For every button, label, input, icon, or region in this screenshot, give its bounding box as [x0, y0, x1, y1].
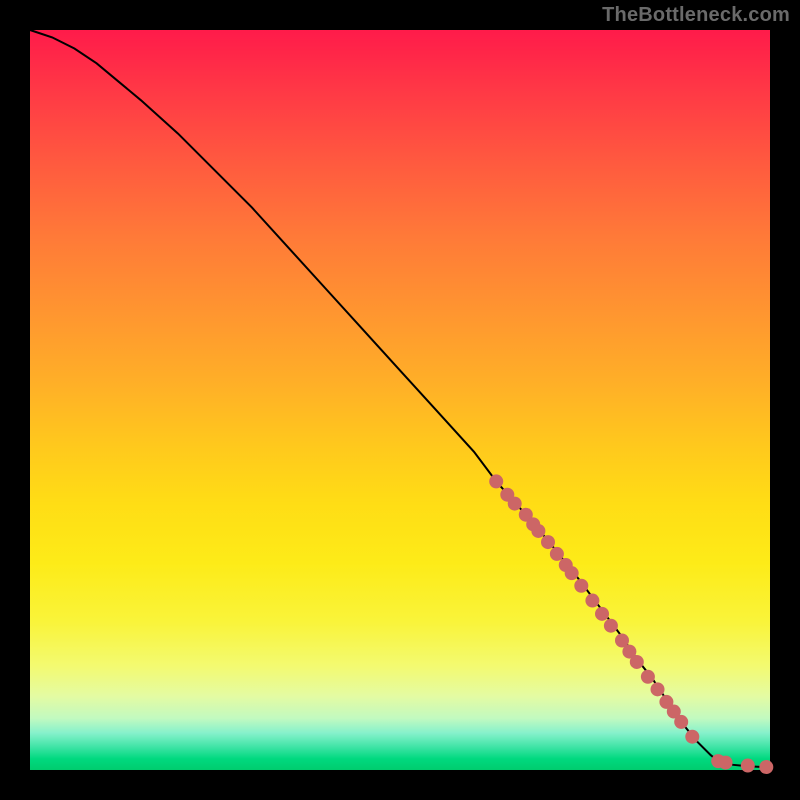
data-point — [685, 730, 699, 744]
data-point — [759, 760, 773, 774]
data-point — [489, 474, 503, 488]
data-point — [741, 759, 755, 773]
data-point — [565, 566, 579, 580]
scatter-points — [489, 474, 773, 774]
data-point — [550, 547, 564, 561]
data-point — [651, 682, 665, 696]
attribution-label: TheBottleneck.com — [602, 4, 790, 27]
curve-line — [30, 30, 770, 767]
data-point — [630, 655, 644, 669]
data-point — [719, 756, 733, 770]
data-point — [574, 579, 588, 593]
data-point — [541, 535, 555, 549]
data-point — [674, 715, 688, 729]
data-point — [604, 619, 618, 633]
chart-svg — [30, 30, 770, 770]
data-point — [595, 607, 609, 621]
plot-area — [30, 30, 770, 770]
data-point — [531, 524, 545, 538]
data-point — [641, 670, 655, 684]
chart-frame: TheBottleneck.com — [0, 0, 800, 800]
data-point — [508, 497, 522, 511]
data-point — [585, 594, 599, 608]
